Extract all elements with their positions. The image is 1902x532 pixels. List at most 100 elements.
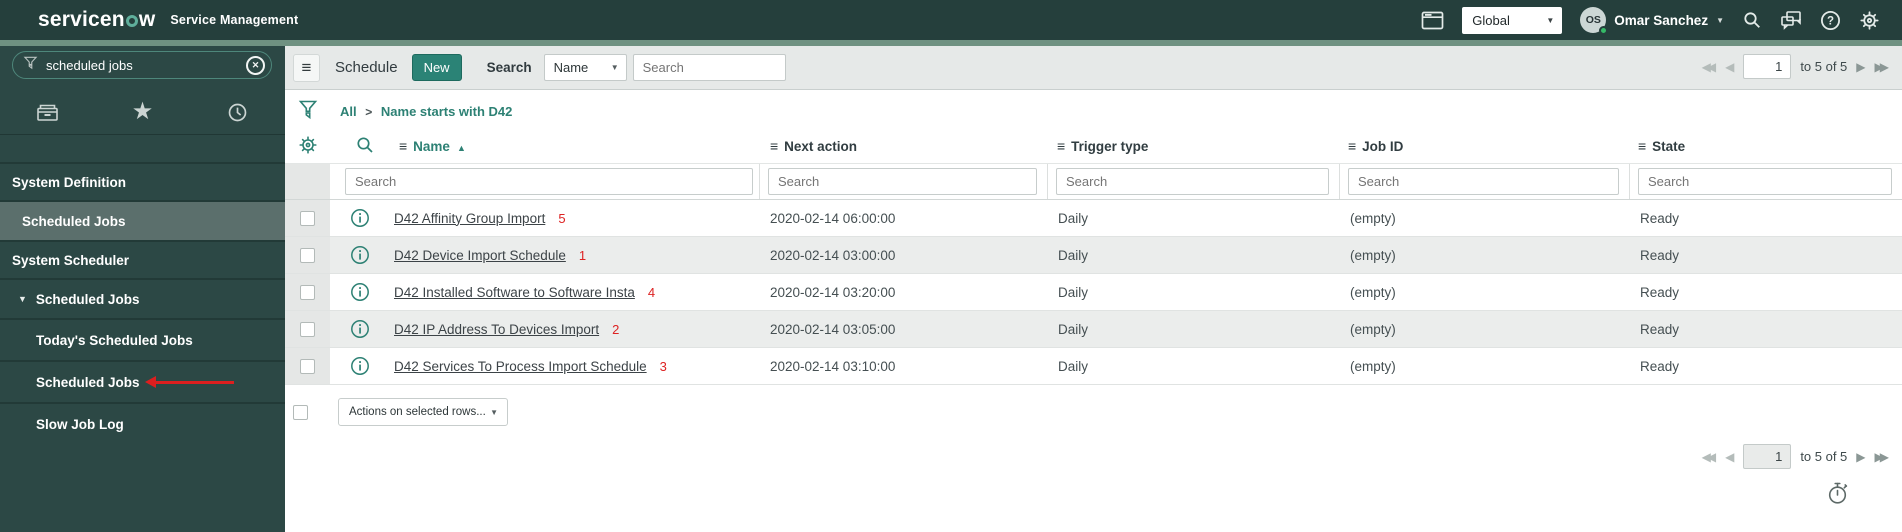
clear-filter-icon[interactable]: ✕ [246,55,265,75]
trigger-type-cell: Daily [1058,247,1089,263]
table-row: D42 Installed Software to Software Insta… [285,274,1902,311]
nav-section-system-scheduler[interactable]: System Scheduler [0,240,285,278]
column-label: Next action [784,139,857,154]
list-toolbar: ≡ Schedule New Search Name ▼ ◀◀ ◀ to 5 o… [285,46,1902,90]
pagination-top: ◀◀ ◀ to 5 of 5 ▶ ▶▶ [1702,54,1889,79]
search-field-value: Name [553,60,589,75]
hamburger-icon: ≡ [301,58,312,77]
trigger-type-cell: Daily [1058,210,1089,226]
search-field-select[interactable]: Name ▼ [543,54,627,81]
logo-o-icon [125,15,138,27]
first-page-icon[interactable]: ◀◀ [1702,451,1717,463]
list-context-menu-button[interactable]: ≡ [293,53,320,82]
job-id-filter-input[interactable] [1348,168,1619,195]
state-cell: Ready [1640,284,1680,300]
row-checkbox[interactable] [300,358,315,374]
nav-section-system-definition[interactable]: System Definition [0,162,285,200]
personalize-list-gear-icon[interactable] [298,135,318,160]
first-page-icon[interactable]: ◀◀ [1702,61,1717,73]
connect-chat-icon[interactable] [1780,10,1802,30]
search-label: Search [486,60,532,75]
info-preview-icon[interactable] [350,356,370,376]
next-action-cell: 2020-02-14 03:05:00 [770,321,896,337]
help-icon[interactable]: ? [1820,10,1841,31]
page-number-input[interactable] [1743,444,1792,469]
info-preview-icon[interactable] [350,282,370,302]
info-preview-icon[interactable] [350,245,370,265]
nav-label: Scheduled Jobs [35,291,140,307]
info-preview-icon[interactable] [350,208,370,228]
trigger-type-filter-input[interactable] [1056,168,1329,195]
expanded-triangle-icon: ▼ [18,294,27,304]
column-header-trigger-type[interactable]: ≡ Trigger type [1057,138,1148,154]
nav-label: Slow Job Log [36,416,124,432]
actions-dropdown[interactable]: Actions on selected rows... ▼ [338,398,508,426]
table-row: D42 Affinity Group Import 5 2020-02-14 06… [285,200,1902,237]
column-header-state[interactable]: ≡ State [1638,138,1685,154]
previous-page-icon[interactable]: ◀ [1725,61,1734,73]
column-label: Job ID [1362,139,1404,154]
gear-icon[interactable] [1859,10,1880,31]
name-filter-input[interactable] [345,168,753,195]
info-preview-icon[interactable] [350,319,370,339]
product-name: Service Management [170,13,299,27]
annotation-number: 4 [647,284,656,300]
page-number-input[interactable] [1743,54,1792,79]
nav-item-scheduled-jobs[interactable]: Scheduled Jobs [0,360,285,402]
list-search-input[interactable] [632,54,786,81]
last-page-icon[interactable]: ▶▶ [1875,61,1890,73]
response-time-stopwatch-icon[interactable] [1826,481,1849,510]
row-range-label: to 5 of 5 [1800,449,1848,464]
state-filter-input[interactable] [1638,168,1892,195]
job-id-cell: (empty) [1350,321,1396,337]
nav-group-scheduled-jobs[interactable]: ▼ Scheduled Jobs [0,278,285,318]
global-search-icon[interactable] [1742,10,1762,30]
filter-funnel-icon[interactable] [298,99,318,125]
select-all-checkbox[interactable] [293,404,308,420]
column-header-next-action[interactable]: ≡ Next action [770,138,857,154]
record-link[interactable]: D42 Device Import Schedule [394,248,566,263]
annotation-number: 2 [612,321,620,337]
table-row: D42 Device Import Schedule 1 2020-02-14 0… [285,237,1902,274]
user-menu[interactable]: OS Omar Sanchez ▼ [1580,7,1724,35]
row-checkbox[interactable] [300,284,315,300]
tab-all-applications[interactable] [0,90,95,134]
column-label: Trigger type [1071,139,1149,154]
tab-favorites[interactable]: ★ [95,90,190,134]
nav-item-slow-job-log[interactable]: Slow Job Log [0,402,285,444]
record-link[interactable]: D42 Affinity Group Import [394,211,545,226]
next-page-icon[interactable]: ▶ [1856,451,1865,463]
previous-page-icon[interactable]: ◀ [1725,451,1734,463]
row-checkbox[interactable] [300,210,315,226]
new-button[interactable]: New [411,54,462,81]
next-action-filter-input[interactable] [768,168,1037,195]
breadcrumb-all-link[interactable]: All [340,104,357,119]
last-page-icon[interactable]: ▶▶ [1875,451,1890,463]
trigger-type-cell: Daily [1058,321,1089,337]
record-link[interactable]: D42 Services To Process Import Schedule [394,359,647,374]
filter-gutter [285,164,330,199]
tab-history[interactable] [190,90,285,134]
row-checkbox[interactable] [300,247,315,263]
annotation-arrow [144,375,234,388]
breadcrumb-filter-link[interactable]: Name starts with D42 [381,104,513,119]
nav-item-scheduled-jobs-definition[interactable]: Scheduled Jobs [0,200,285,240]
column-header-job-id[interactable]: ≡ Job ID [1348,138,1403,154]
split-window-icon[interactable] [1421,11,1444,30]
column-search-icon[interactable] [355,135,375,160]
application-scope-select[interactable]: Global ▼ [1462,6,1563,34]
record-link[interactable]: D42 IP Address To Devices Import [394,322,599,337]
record-link[interactable]: D42 Installed Software to Software Insta [394,285,635,300]
navigator-filter-input[interactable] [46,57,246,73]
column-header-name[interactable]: ≡ Name ▲ [399,138,466,154]
next-page-icon[interactable]: ▶ [1856,61,1865,73]
avatar-initials: OS [1585,14,1601,26]
navigator-tabs: ★ [0,90,285,135]
row-checkbox[interactable] [300,321,315,337]
column-menu-icon: ≡ [770,138,779,154]
column-label: Name [413,139,450,154]
column-filter-row [285,163,1902,200]
breadcrumb-row: All > Name starts with D42 [285,90,1902,133]
nav-item-todays-scheduled-jobs[interactable]: Today's Scheduled Jobs [0,318,285,360]
nav-label: Today's Scheduled Jobs [36,332,193,348]
